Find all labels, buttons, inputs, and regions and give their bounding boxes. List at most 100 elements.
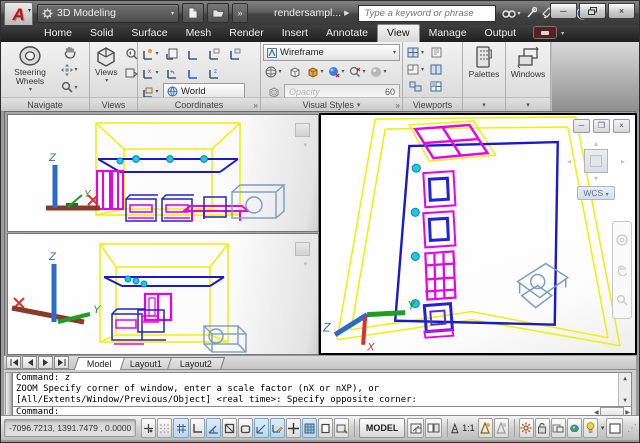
ucs-z-button[interactable] xyxy=(182,63,203,82)
otrack-toggle[interactable] xyxy=(253,418,269,438)
next-tab-button[interactable] xyxy=(38,356,53,369)
model-space-button[interactable]: MODEL xyxy=(358,418,406,438)
subscription-center-icon[interactable] xyxy=(526,7,537,19)
first-tab-button[interactable] xyxy=(6,356,21,369)
windows-button[interactable]: Windows xyxy=(508,44,548,96)
steering-wheels-button[interactable]: Steering Wheels ▾ xyxy=(3,44,57,96)
ortho-toggle[interactable] xyxy=(189,418,205,438)
drawing-close-button[interactable]: × xyxy=(613,119,630,133)
vs-shadow-button[interactable]: ▾ xyxy=(326,62,347,81)
viewcube-down-arrow-icon[interactable]: ▾ xyxy=(567,174,625,183)
viewport-top-left[interactable]: Z Y ▾ xyxy=(7,114,319,232)
infocenter-search[interactable] xyxy=(357,4,496,22)
ucs-x-button[interactable]: x ▾ xyxy=(140,63,161,82)
workspace-switcher[interactable]: 3D Modeling ▾ xyxy=(37,3,179,23)
vs-shaded-button[interactable]: ▾ xyxy=(368,62,389,81)
tab-manage[interactable]: Manage xyxy=(420,25,476,42)
status-menu-chevron-icon[interactable]: ▾ xyxy=(601,424,605,432)
isolate-objects-button[interactable] xyxy=(550,418,566,438)
tab-surface[interactable]: Surface xyxy=(122,25,176,42)
quick-properties-toggle[interactable] xyxy=(334,418,350,438)
ribbon-minimize-button[interactable] xyxy=(533,26,558,39)
scroll-up-icon[interactable]: ▲ xyxy=(623,373,627,384)
snap-toggle[interactable] xyxy=(141,418,157,438)
hardware-acceleration-button[interactable] xyxy=(566,418,582,438)
infocenter-flyout-icon[interactable]: ▶ xyxy=(344,9,349,17)
coordinates-flyout-icon[interactable]: » xyxy=(254,101,258,110)
full-navigation-button[interactable]: ▾ xyxy=(59,61,80,78)
viewcube-ghost-icon[interactable] xyxy=(295,123,310,137)
quick-view-layouts-button[interactable] xyxy=(407,418,425,438)
viewport-new-button[interactable] xyxy=(426,61,447,78)
quick-view-drawings-button[interactable] xyxy=(425,418,442,438)
drawing-minimize-button[interactable]: ─ xyxy=(573,119,590,133)
tab-output[interactable]: Output xyxy=(476,25,526,42)
viewport-bottom-left[interactable]: Z Y ▾ xyxy=(7,233,319,355)
navigate-panel-label[interactable]: Navigate xyxy=(1,97,89,111)
ucs-z-vector-button[interactable]: z xyxy=(203,63,224,82)
grid-display-toggle[interactable] xyxy=(173,418,189,438)
drawing-restore-button[interactable]: ❐ xyxy=(593,119,610,133)
quick-access-overflow-button[interactable]: » xyxy=(232,3,248,23)
palettes-panel-label[interactable]: ▾ xyxy=(463,97,505,111)
prev-tab-button[interactable] xyxy=(22,356,37,369)
command-vertical-scrollbar[interactable]: ▲ ▼ xyxy=(618,373,631,406)
ucs-face-button[interactable] xyxy=(224,44,245,63)
open-file-button[interactable] xyxy=(207,3,229,23)
tab-insert[interactable]: Insert xyxy=(273,25,317,42)
pan-button[interactable] xyxy=(59,44,80,61)
grid-toggle[interactable] xyxy=(157,418,173,438)
viewcube-left-arrow-icon[interactable]: ◂ xyxy=(567,157,571,166)
crosshair-toggle[interactable] xyxy=(285,418,301,438)
viewport-join-button[interactable] xyxy=(405,79,426,96)
ucs-icon-button[interactable]: ▾ xyxy=(140,44,161,63)
vs-xray-button[interactable]: ▾ xyxy=(347,62,368,81)
views-panel-label[interactable]: Views xyxy=(90,97,137,111)
tab-model[interactable]: Model xyxy=(73,357,125,370)
visual-styles-panel-label[interactable]: Visual Styles ▾» xyxy=(261,97,402,111)
vs-wireframe-button[interactable]: ▾ xyxy=(263,62,284,81)
tab-view[interactable]: View xyxy=(377,24,420,42)
ucs-previous-button[interactable] xyxy=(161,63,182,82)
minimize-button[interactable]: ─ xyxy=(550,3,577,19)
viewcube[interactable]: ▴ ◂ ▸ ▾ WCS ▾ xyxy=(567,139,625,200)
command-window-grip[interactable] xyxy=(5,372,12,417)
annotation-autoscale-button[interactable] xyxy=(493,418,509,438)
viewcube-ghost-icon[interactable] xyxy=(295,242,310,256)
navbar-steering-wheel-icon[interactable] xyxy=(616,234,628,246)
status-lightbulb-button[interactable] xyxy=(582,418,598,438)
viewports-panel-label[interactable]: Viewports xyxy=(403,97,462,111)
annotation-scale-value[interactable]: 1:1 xyxy=(462,423,475,433)
palettes-button[interactable]: Palettes xyxy=(466,44,503,96)
wcs-dropdown[interactable]: WCS ▾ xyxy=(577,186,615,200)
zoom-button[interactable]: ▾ xyxy=(59,79,80,96)
command-history[interactable]: Command: z ZOOM Specify corner of window… xyxy=(12,372,632,407)
dynamic-input-toggle[interactable] xyxy=(301,418,318,438)
resize-grip[interactable]: ⋰ xyxy=(627,423,637,434)
visual-styles-flyout-icon[interactable]: » xyxy=(396,101,400,110)
tab-mesh[interactable]: Mesh xyxy=(177,25,221,42)
viewport-four-button[interactable] xyxy=(426,79,447,96)
tab-solid[interactable]: Solid xyxy=(81,25,122,42)
coordinates-panel-label[interactable]: Coordinates» xyxy=(138,97,260,111)
ucs-object-button[interactable] xyxy=(203,44,224,63)
polar-toggle[interactable] xyxy=(205,418,221,438)
views-button[interactable]: Views ▾ xyxy=(92,44,121,96)
windows-panel-label[interactable]: ▾ xyxy=(506,97,550,111)
ucs-named-button[interactable] xyxy=(161,44,182,63)
annotation-visibility-button[interactable] xyxy=(477,418,493,438)
workspace-switching-button[interactable] xyxy=(518,418,534,438)
new-file-button[interactable] xyxy=(182,3,204,23)
clean-screen-button[interactable] xyxy=(606,418,623,438)
visual-style-dropdown[interactable]: Wireframe ▾ xyxy=(263,44,400,61)
viewcube-right-arrow-icon[interactable]: ▸ xyxy=(621,157,625,166)
viewport-active-right[interactable]: Y Z X ─ ❐ × ▴ ◂ ▸ ▾ WCS ▾ xyxy=(319,113,637,355)
tab-render[interactable]: Render xyxy=(220,25,272,42)
tab-home[interactable]: Home xyxy=(35,25,81,42)
viewport-named-button[interactable] xyxy=(426,44,447,61)
coordinate-readout[interactable]: -7096.7213, 1391.7479 , 0.0000 xyxy=(4,419,137,437)
scroll-down-icon[interactable]: ▼ xyxy=(623,395,627,406)
app-menu-button[interactable]: A ▾ xyxy=(4,2,33,27)
vs-hidden-button[interactable] xyxy=(284,62,305,81)
search-input[interactable] xyxy=(362,6,491,20)
